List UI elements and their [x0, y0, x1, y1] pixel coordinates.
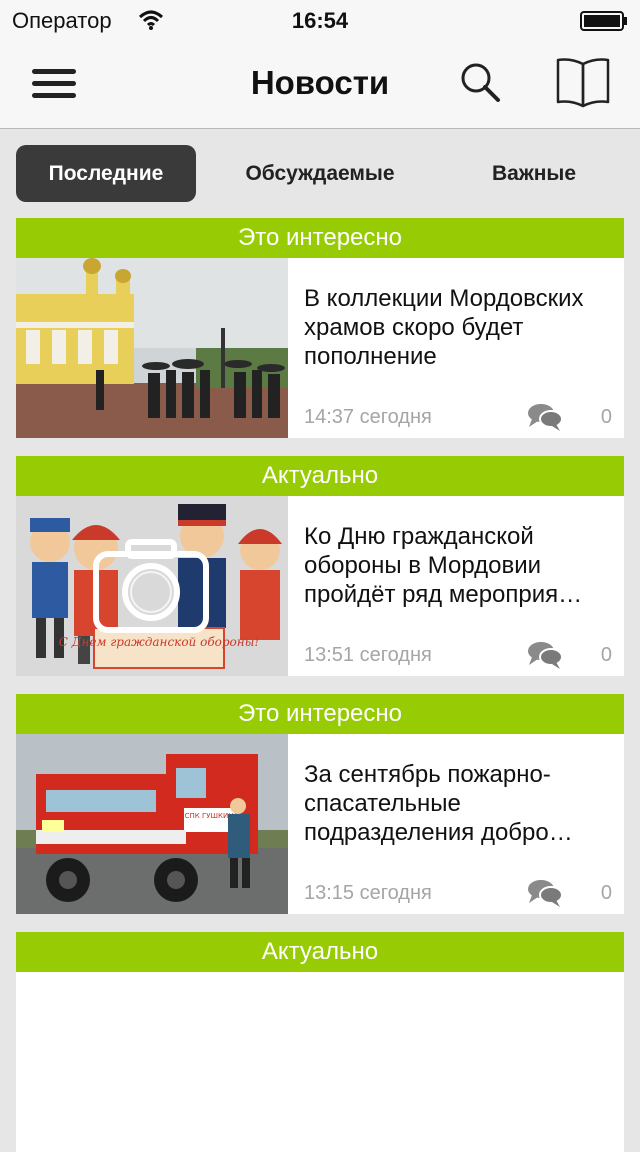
category-header: Актуально	[16, 932, 624, 972]
article-title: В коллекции Мордовских храмов скоро буде…	[304, 285, 584, 370]
article-time: 13:15 сегодня	[304, 882, 432, 904]
comments-icon	[528, 880, 563, 907]
category-header: Актуально	[16, 456, 624, 496]
article-time: 14:37 сегодня	[304, 406, 432, 428]
article-time: 13:51 сегодня	[304, 644, 432, 666]
comments-count: 0	[600, 406, 612, 428]
news-card[interactable]: Актуально	[16, 456, 624, 676]
book-icon[interactable]	[555, 56, 611, 108]
comments-icon	[528, 404, 563, 431]
segmented-tabs: Последние Обсуждаемые Важные	[16, 145, 624, 202]
article-image: С Днем гражданской обороны!	[16, 496, 288, 676]
page-title: Новости	[250, 64, 390, 101]
category-header: Это интересно	[16, 218, 624, 258]
tab-latest[interactable]: Последние	[16, 145, 196, 202]
clock: 16:54	[291, 8, 349, 33]
tab-important[interactable]: Важные	[444, 145, 624, 202]
comments-count: 0	[600, 644, 612, 666]
news-card[interactable]: Это интересно В коллекции Мордовских хра…	[16, 218, 624, 438]
comments-icon	[528, 642, 563, 669]
news-card[interactable]: Это интересно ДПД СПК ГУШКИНСКИЙ За сент…	[16, 694, 624, 914]
image-caption: С Днем гражданской обороны!	[59, 635, 260, 649]
navigation-bar: Новости	[0, 40, 640, 129]
tab-discussed[interactable]: Обсуждаемые	[220, 145, 420, 202]
article-image: ДПД СПК ГУШКИНСКИЙ	[16, 734, 288, 914]
article-image	[16, 258, 288, 438]
battery-icon	[580, 11, 627, 31]
article-title: За сентябрь пожарно-спасательные подразд…	[304, 761, 573, 846]
comments-count: 0	[600, 882, 612, 904]
search-icon[interactable]	[458, 60, 502, 104]
category-header: Это интересно	[16, 694, 624, 734]
news-card[interactable]: Актуально	[16, 932, 624, 1152]
article-title: Ко Дню гражданской обороны в Мордовии пр…	[304, 523, 583, 608]
status-bar: Оператор 16:54	[0, 0, 640, 40]
